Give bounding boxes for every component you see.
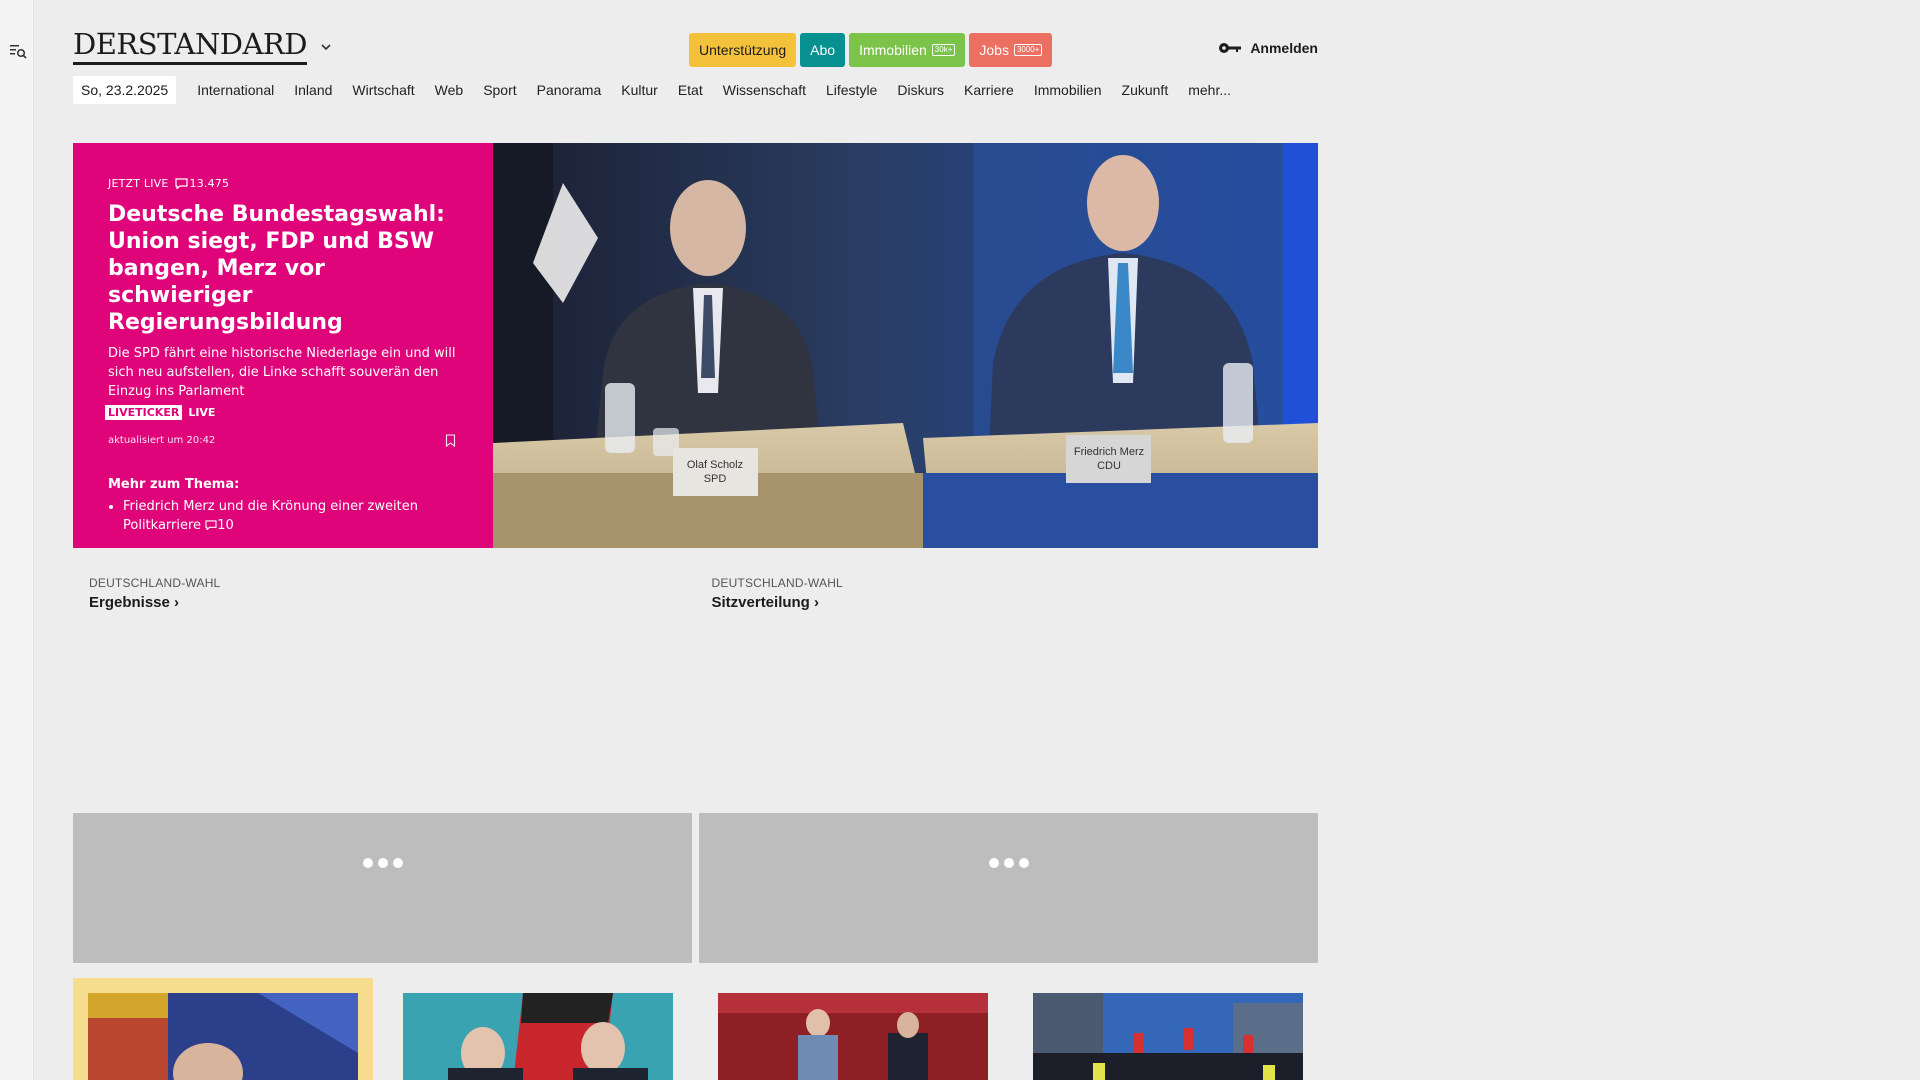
loading-dot (392, 858, 403, 868)
jobs-label: Jobs (979, 42, 1009, 58)
key-icon (1219, 43, 1242, 53)
hero-teaser: Die SPD fährt eine historische Niederlag… (108, 346, 456, 399)
current-date: So, 23.2.2025 (73, 76, 177, 104)
nav-item-immobilien[interactable]: Immobilien (1024, 76, 1112, 104)
name-card-right-name: Friedrich Merz (1074, 446, 1144, 458)
hero-article[interactable]: JETZT LIVE 13.475 Deutsche Bundestagswah… (73, 143, 1318, 548)
site-logo[interactable]: DERSTANDARD (73, 30, 307, 65)
hero-tags: LIVETICKER LIVE (105, 405, 458, 420)
list-item[interactable]: Friedrich Merz und die Krönung einer zwe… (123, 497, 458, 535)
loading-dot (362, 858, 373, 868)
loading-placeholder (73, 813, 692, 963)
loading-dot (988, 858, 999, 868)
nav-item-wirtschaft[interactable]: Wirtschaft (342, 76, 424, 104)
bookmark-icon[interactable] (445, 434, 456, 447)
nav-item-diskurs[interactable]: Diskurs (887, 76, 954, 104)
nav-item-inland[interactable]: Inland (284, 76, 342, 104)
more-list: Friedrich Merz und die Krönung einer zwe… (108, 497, 458, 535)
top-buttons: Unterstützung Abo Immobilien 30k+ Jobs 300… (689, 33, 1053, 67)
login-button[interactable]: Anmelden (1218, 40, 1318, 56)
jobs-badge: 3000+ (1013, 44, 1043, 56)
nav-item-wissenschaft[interactable]: Wissenschaft (713, 76, 816, 104)
hero-title[interactable]: Deutsche Bundestagswahl: Union siegt, FD… (108, 201, 458, 336)
link-kicker: DEUTSCHLAND-WAHL (711, 576, 843, 590)
article-thumbnail[interactable] (718, 993, 988, 1080)
hero-image[interactable]: Olaf Scholz SPD Friedrich Merz CDU (493, 143, 1318, 548)
name-card-left-party: SPD (704, 473, 727, 485)
article-thumbnail[interactable] (88, 993, 358, 1080)
hero-comment-count[interactable]: 13.475 (190, 177, 230, 190)
immobilien-label: Immobilien (859, 42, 927, 58)
hero-kicker: JETZT LIVE 13.475 (108, 177, 458, 190)
name-card-left-name: Olaf Scholz (687, 459, 743, 471)
live-badge: LIVE (188, 406, 216, 419)
nav-item-lifestyle[interactable]: Lifestyle (816, 76, 887, 104)
main-nav: So, 23.2.2025 International Inland Wirts… (73, 76, 1241, 104)
link-title: Sitzverteilung › (711, 594, 820, 611)
abo-button[interactable]: Abo (800, 33, 846, 67)
results-link[interactable]: DEUTSCHLAND-WAHL Ergebnisse › (73, 576, 696, 611)
link-kicker: DEUTSCHLAND-WAHL (89, 576, 221, 590)
immobilien-badge: 30k+ (931, 44, 956, 56)
hero-photo: Olaf Scholz SPD Friedrich Merz CDU (493, 143, 1318, 548)
nav-item-sport[interactable]: Sport (473, 76, 526, 104)
article-thumbnail[interactable] (1033, 993, 1303, 1080)
link-title: Ergebnisse › (89, 594, 180, 611)
more-item-comments: 10 (217, 518, 234, 533)
nav-item-kultur[interactable]: Kultur (611, 76, 668, 104)
immobilien-button[interactable]: Immobilien 30k+ (849, 33, 966, 67)
comment-icon (174, 178, 188, 189)
name-card-right-party: CDU (1097, 460, 1121, 472)
loading-dot (1018, 858, 1029, 868)
loading-placeholder (699, 813, 1318, 963)
loading-placeholders (73, 813, 1318, 963)
more-heading: Mehr zum Thema: (108, 477, 240, 492)
loading-dot (1003, 858, 1014, 868)
election-links: DEUTSCHLAND-WAHL Ergebnisse › DEUTSCHLAN… (73, 576, 1318, 611)
nav-item-zukunft[interactable]: Zukunft (1112, 76, 1179, 104)
jobs-button[interactable]: Jobs 3000+ (969, 33, 1053, 67)
nav-item-etat[interactable]: Etat (668, 76, 713, 104)
more-item-text: Friedrich Merz und die Krönung einer zwe… (123, 499, 418, 533)
hero-updated: aktualisiert um 20:42 (108, 435, 216, 446)
support-button[interactable]: Unterstützung (689, 33, 797, 67)
name-card-right (1066, 435, 1151, 483)
nav-item-panorama[interactable]: Panorama (527, 76, 612, 104)
hero-text-panel: JETZT LIVE 13.475 Deutsche Bundestagswah… (73, 143, 493, 548)
article-thumbnail[interactable] (403, 993, 673, 1080)
nav-item-karriere[interactable]: Karriere (954, 76, 1024, 104)
name-card-left (673, 448, 758, 496)
login-label: Anmelden (1250, 40, 1318, 56)
nav-item-more[interactable]: mehr... (1178, 76, 1241, 104)
left-rail (0, 0, 34, 1080)
support-label: Unterstützung (699, 42, 787, 58)
article-thumbnails (73, 978, 1318, 1080)
nav-item-web[interactable]: Web (425, 76, 474, 104)
chevron-down-icon[interactable] (319, 40, 333, 54)
hero-kicker-label: JETZT LIVE (108, 177, 169, 190)
comment-icon (205, 520, 217, 531)
abo-label: Abo (810, 42, 836, 58)
nav-item-international[interactable]: International (187, 76, 284, 104)
hero-meta: aktualisiert um 20:42 (108, 434, 458, 447)
search-menu-icon[interactable] (9, 42, 27, 60)
seats-link[interactable]: DEUTSCHLAND-WAHL Sitzverteilung › (696, 576, 1319, 611)
liveticker-badge: LIVETICKER (105, 405, 183, 420)
loading-dot (377, 858, 388, 868)
